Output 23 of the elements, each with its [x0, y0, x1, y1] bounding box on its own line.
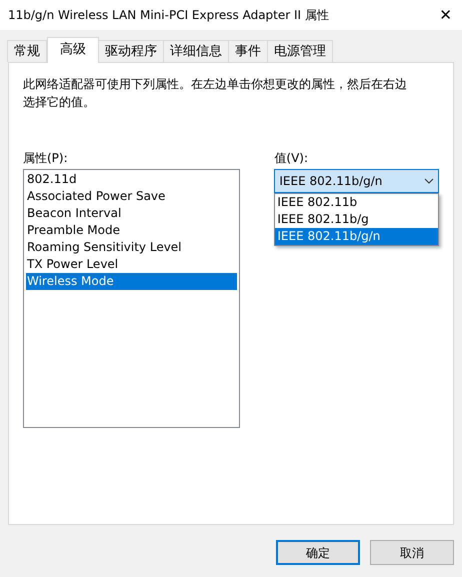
property-item[interactable]: Associated Power Save — [26, 188, 237, 205]
tab[interactable]: 高级 — [47, 37, 99, 63]
dropdown-option[interactable]: IEEE 802.11b/g/n — [275, 228, 438, 245]
property-item[interactable]: Wireless Mode — [26, 273, 237, 290]
properties-label: 属性(P): — [23, 150, 69, 167]
close-icon[interactable]: ✕ — [435, 4, 456, 26]
property-item[interactable]: Roaming Sensitivity Level — [26, 239, 237, 256]
chevron-down-icon — [424, 178, 434, 184]
dropdown-option[interactable]: IEEE 802.11b — [275, 194, 438, 211]
value-dropdown[interactable]: IEEE 802.11b/g/n — [274, 169, 439, 193]
property-list[interactable]: 802.11d Associated Power Save Beacon Interval Preamble Mode Roaming Sensitivity Level TX Power Level Wireless Mode — [23, 169, 240, 428]
property-item[interactable]: Preamble Mode — [26, 222, 237, 239]
property-item[interactable]: TX Power Level — [26, 256, 237, 273]
property-item[interactable]: Beacon Interval — [26, 205, 237, 222]
tab[interactable]: 电源管理 — [267, 40, 333, 62]
window-title: 11b/g/n Wireless LAN Mini-PCI Express Adapter II 属性 — [8, 7, 329, 24]
description-text: 此网络适配器可使用下列属性。在左边单击你想更改的属性，然后在右边选择它的值。 — [23, 76, 408, 111]
tab[interactable]: 常规 — [7, 40, 47, 62]
dialog-button[interactable]: 确定 — [276, 540, 360, 565]
dialog-button[interactable]: 取消 — [370, 540, 454, 565]
value-label: 值(V): — [274, 150, 310, 167]
property-item[interactable]: 802.11d — [26, 171, 237, 188]
dropdown-option[interactable]: IEEE 802.11b/g — [275, 211, 438, 228]
